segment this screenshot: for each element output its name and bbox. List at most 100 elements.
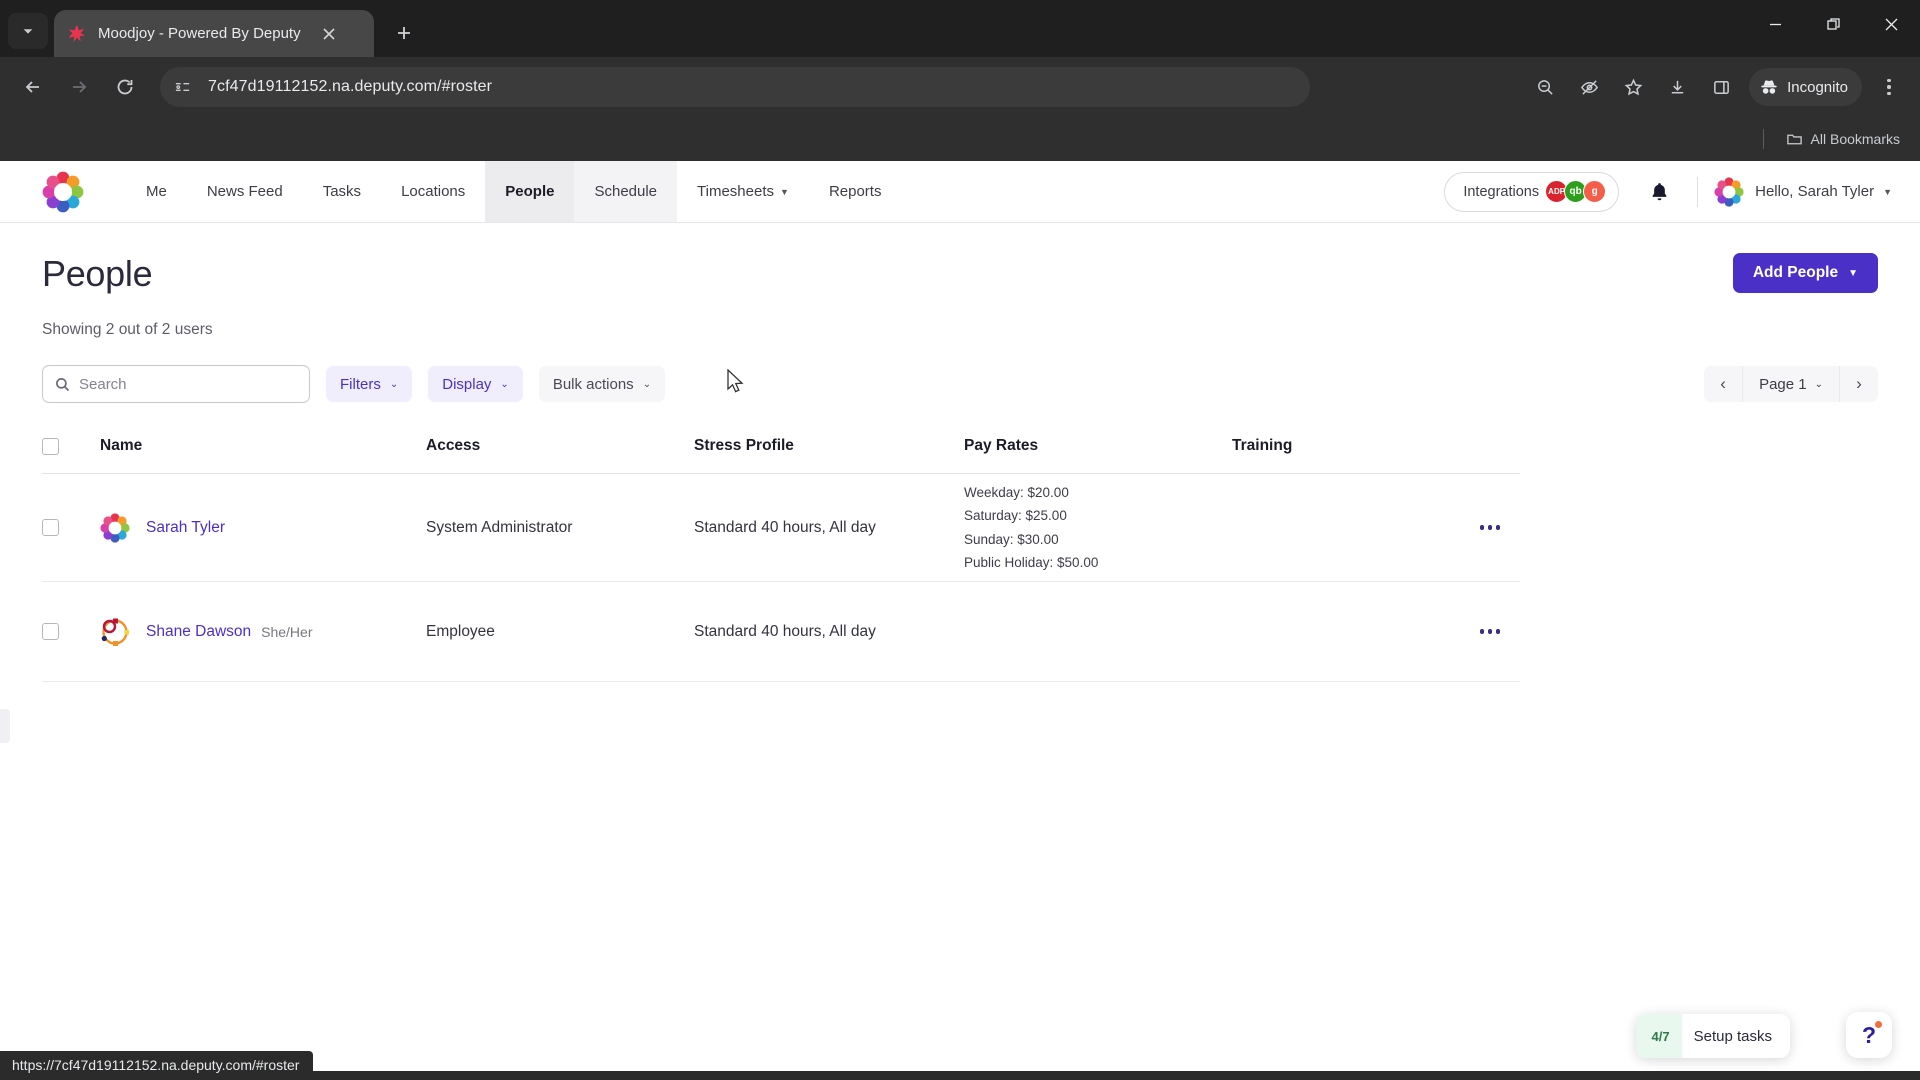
- nav-label: Timesheets: [697, 183, 775, 200]
- minimize-icon[interactable]: [1746, 0, 1804, 48]
- integrations-label: Integrations: [1463, 183, 1540, 200]
- results-count: Showing 2 out of 2 users: [42, 321, 213, 338]
- status-bar-url: https://7cf47d19112152.na.deputy.com/#ro…: [0, 1051, 314, 1080]
- nav-item-tasks[interactable]: Tasks: [303, 161, 381, 222]
- pay-rate-weekday: Weekday: $20.00: [964, 485, 1069, 501]
- maximize-icon[interactable]: [1804, 0, 1862, 48]
- user-menu[interactable]: Hello, Sarah Tyler ▼: [1714, 176, 1892, 207]
- previous-page-button[interactable]: ‹: [1704, 366, 1743, 402]
- download-icon[interactable]: [1658, 68, 1696, 106]
- tab-close-icon[interactable]: [316, 21, 342, 47]
- select-all-cell: [42, 437, 100, 455]
- avatar: [1714, 176, 1744, 207]
- add-people-label: Add People: [1752, 264, 1839, 281]
- nav-label: Me: [146, 183, 167, 200]
- setup-tasks-widget[interactable]: 4/7 Setup tasks: [1635, 1014, 1790, 1058]
- table-row[interactable]: Sarah Tyler System Administrator Standar…: [42, 474, 1520, 582]
- nav-item-timesheets[interactable]: Timesheets ▼: [677, 161, 809, 222]
- bookmarks-bar: All Bookmarks: [0, 117, 1920, 161]
- reload-icon[interactable]: [104, 66, 146, 108]
- chevron-down-icon: ⌄: [500, 378, 509, 390]
- page-content: Me News Feed Tasks Locations People Sche…: [0, 161, 1920, 1080]
- row-select-cell: [42, 623, 100, 640]
- bookmarks-divider: [1762, 129, 1764, 149]
- star-icon[interactable]: [1614, 68, 1652, 106]
- main-content: People Add People ▼ Showing 2 out of 2 u…: [0, 223, 1920, 682]
- sidebar-edge-handle[interactable]: [0, 709, 10, 743]
- help-notification-dot: [1875, 1021, 1882, 1028]
- nav-item-locations[interactable]: Locations: [381, 161, 485, 222]
- forward-arrow-icon[interactable]: [58, 66, 100, 108]
- column-header-pay-rates[interactable]: Pay Rates: [964, 437, 1232, 455]
- browser-tab[interactable]: Moodjoy - Powered By Deputy: [54, 10, 374, 57]
- bell-icon[interactable]: [1637, 170, 1681, 214]
- person-name-link[interactable]: Shane Dawson: [146, 623, 251, 641]
- deputy-favicon-icon: [66, 23, 88, 45]
- tab-strip: Moodjoy - Powered By Deputy: [0, 0, 1920, 57]
- filters-button[interactable]: Filters ⌄: [326, 366, 413, 402]
- site-settings-icon[interactable]: [174, 77, 196, 97]
- cell-name: Sarah Tyler: [100, 512, 426, 543]
- close-window-icon[interactable]: [1862, 0, 1920, 48]
- all-bookmarks-button[interactable]: All Bookmarks: [1780, 127, 1906, 152]
- nav-item-news-feed[interactable]: News Feed: [187, 161, 303, 222]
- nav-label: People: [505, 183, 555, 200]
- row-actions-icon[interactable]: [1479, 629, 1501, 634]
- back-arrow-icon[interactable]: [12, 66, 54, 108]
- chevron-down-icon: ▼: [1848, 267, 1858, 279]
- row-checkbox[interactable]: [42, 519, 59, 536]
- nav-item-reports[interactable]: Reports: [809, 161, 902, 222]
- person-pronouns: She/Her: [261, 623, 313, 640]
- chevron-down-icon: ⌄: [642, 378, 652, 390]
- deputy-logo-icon[interactable]: [42, 171, 84, 213]
- column-header-access[interactable]: Access: [426, 437, 694, 455]
- person-name-link[interactable]: Sarah Tyler: [146, 519, 225, 537]
- page-title: People: [42, 253, 153, 294]
- column-header-name[interactable]: Name: [100, 437, 426, 455]
- display-button[interactable]: Display ⌄: [428, 366, 523, 402]
- address-bar[interactable]: 7cf47d19112152.na.deputy.com/#roster: [160, 67, 1310, 107]
- incognito-label: Incognito: [1787, 78, 1848, 96]
- chevron-down-icon: ⌄: [1814, 378, 1823, 390]
- nav-divider: [1697, 176, 1699, 207]
- search-input[interactable]: [79, 375, 297, 393]
- nav-right-cluster: Integrations ADP qb g Hello, Sarah Tyler…: [1444, 161, 1920, 222]
- avatar: [100, 512, 130, 543]
- nav-label: Tasks: [322, 183, 362, 200]
- row-actions-icon[interactable]: [1479, 525, 1501, 530]
- bulk-actions-label: Bulk actions: [552, 375, 634, 393]
- zoom-out-icon[interactable]: [1526, 68, 1564, 106]
- page-selector[interactable]: Page 1 ⌄: [1742, 366, 1840, 402]
- nav-item-me[interactable]: Me: [126, 161, 187, 222]
- pagination: ‹ Page 1 ⌄ ›: [1704, 366, 1878, 402]
- table-row[interactable]: Shane Dawson She/Her Employee Standard 4…: [42, 582, 1520, 682]
- side-panel-icon[interactable]: [1702, 68, 1740, 106]
- row-checkbox[interactable]: [42, 623, 59, 640]
- integrations-button[interactable]: Integrations ADP qb g: [1444, 171, 1620, 212]
- search-icon: [56, 377, 70, 391]
- next-page-button[interactable]: ›: [1840, 366, 1878, 402]
- help-button[interactable]: ?: [1846, 1012, 1892, 1058]
- search-box[interactable]: [42, 365, 310, 403]
- cell-stress-profile: Standard 40 hours, All day: [694, 622, 876, 640]
- tab-search-icon[interactable]: [8, 13, 48, 49]
- nav-links: Me News Feed Tasks Locations People Sche…: [126, 161, 901, 222]
- all-bookmarks-label: All Bookmarks: [1810, 131, 1900, 147]
- column-header-stress-profile[interactable]: Stress Profile: [694, 437, 964, 455]
- bulk-actions-button[interactable]: Bulk actions ⌄: [538, 366, 666, 402]
- select-all-checkbox[interactable]: [42, 437, 59, 455]
- eye-off-icon[interactable]: [1570, 68, 1608, 106]
- display-label: Display: [442, 375, 492, 393]
- nav-item-people[interactable]: People: [485, 161, 575, 222]
- new-tab-button[interactable]: [386, 15, 422, 51]
- three-dot-menu-icon[interactable]: [1870, 68, 1908, 106]
- url-text: 7cf47d19112152.na.deputy.com/#roster: [208, 78, 493, 95]
- add-people-button[interactable]: Add People ▼: [1732, 253, 1878, 293]
- table-toolbar: Filters ⌄ Display ⌄ Bulk actions ⌄ ‹ Pag…: [42, 365, 1878, 403]
- nav-item-schedule[interactable]: Schedule: [574, 161, 678, 222]
- column-header-training[interactable]: Training: [1232, 437, 1460, 455]
- page-label: Page 1: [1759, 375, 1807, 393]
- incognito-indicator[interactable]: Incognito: [1749, 68, 1862, 106]
- help-icon: ?: [1861, 1021, 1877, 1048]
- tab-title: Moodjoy - Powered By Deputy: [98, 25, 301, 42]
